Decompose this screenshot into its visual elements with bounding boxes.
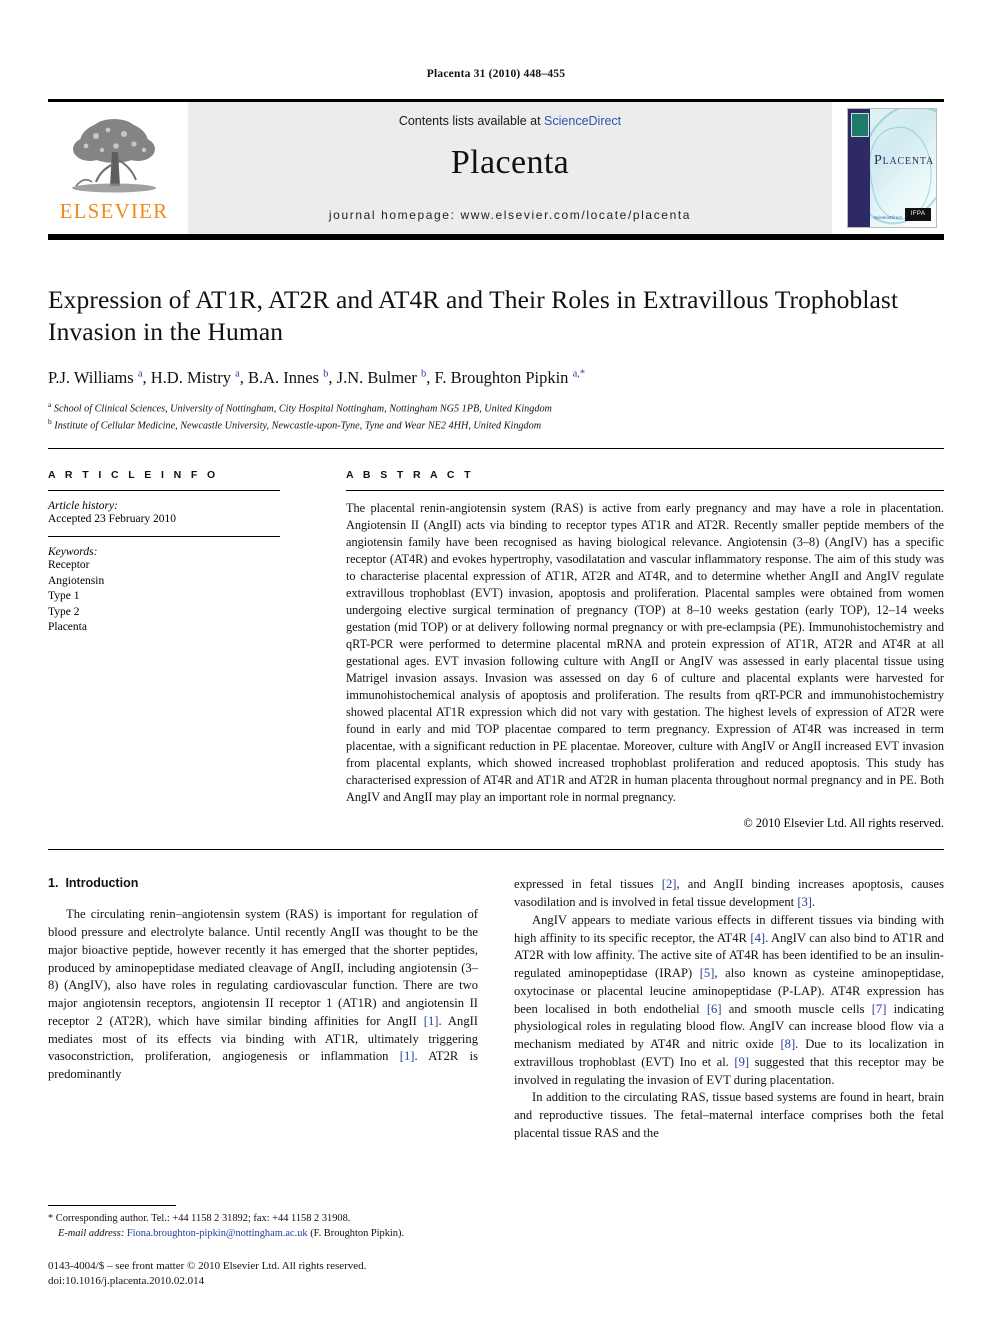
title-block: Expression of AT1R, AT2R and AT4R and Th… <box>48 284 944 434</box>
affiliation-b-text: Institute of Cellular Medicine, Newcastl… <box>54 420 542 432</box>
cover-spine-emblem-icon <box>851 113 869 137</box>
article-info-heading: A R T I C L E I N F O <box>48 469 219 481</box>
keyword-item: Angiotensin <box>48 574 105 587</box>
sciencedirect-link[interactable]: ScienceDirect <box>544 114 621 128</box>
citation-reference[interactable]: [8] <box>780 1037 795 1051</box>
section-title: Introduction <box>65 876 139 891</box>
keywords-label: Keywords: <box>48 546 98 559</box>
intro-paragraph-1-right: expressed in fetal tissues [2], and AngI… <box>514 877 944 910</box>
abstract-heading: A B S T R A C T <box>346 469 474 481</box>
citation-reference[interactable]: [9] <box>734 1055 749 1069</box>
corresponding-author-line: * Corresponding author. Tel.: +44 1158 2… <box>48 1212 488 1227</box>
intro-paragraph-3: In addition to the circulating RAS, tiss… <box>514 1090 944 1140</box>
email-label: E-mail address: <box>58 1227 125 1239</box>
keyword-item: Placenta <box>48 621 87 634</box>
article-info-rule-top <box>48 490 280 491</box>
cover-journal-title: PLACENTA <box>874 153 935 168</box>
affiliation-a-text: School of Clinical Sciences, University … <box>53 403 552 415</box>
masthead-center-band: Contents lists available at ScienceDirec… <box>188 102 832 234</box>
elsevier-tree-icon <box>72 119 156 193</box>
author-list: P.J. Williams a, H.D. Mistry a, B.A. Inn… <box>48 368 586 388</box>
article-history-label: Article history: <box>48 500 118 512</box>
citation-reference[interactable]: [3] <box>797 895 812 909</box>
intro-paragraph-2: AngIV appears to mediate various effects… <box>514 912 945 1087</box>
affiliations: a School of Clinical Sciences, Universit… <box>48 400 944 434</box>
keyword-item: Receptor <box>48 559 90 572</box>
corresponding-author-text: Corresponding author. Tel.: +44 1158 2 3… <box>53 1212 351 1224</box>
citation-reference[interactable]: [5] <box>700 966 715 980</box>
affiliation-marker-a: a <box>48 400 52 410</box>
body-column-left: 1. Introduction The circulating renin–ang… <box>48 876 478 1142</box>
footnote-rule <box>48 1204 176 1206</box>
citation-reference[interactable]: [1] <box>424 1014 439 1028</box>
introduction-heading: 1. Introduction <box>48 876 478 890</box>
doi-line: doi:10.1016/j.placenta.2010.02.014 <box>48 1274 205 1287</box>
cover-ifpa-badge: IFPA <box>905 208 931 221</box>
section-number: 1. <box>48 876 59 891</box>
affiliation-b: b Institute of Cellular Medicine, Newcas… <box>48 417 944 434</box>
elsevier-logo-block: ELSEVIER <box>48 102 180 234</box>
elsevier-wordmark: ELSEVIER <box>59 199 169 223</box>
abstract-text: The placental renin-angiotensin system (… <box>346 501 944 805</box>
running-head: Placenta 31 (2010) 448–455 <box>426 68 566 80</box>
body-columns: 1. Introduction The circulating renin–ang… <box>48 876 944 1142</box>
email-suffix: (F. Broughton Pipkin). <box>307 1227 405 1239</box>
page-title: Expression of AT1R, AT2R and AT4R and Th… <box>48 285 899 347</box>
abstract-copyright: © 2010 Elsevier Ltd. All rights reserved… <box>743 816 944 831</box>
footnote-block: * Corresponding author. Tel.: +44 1158 2… <box>48 1204 488 1289</box>
body-column-right: expressed in fetal tissues [2], and AngI… <box>514 876 944 1142</box>
citation-reference[interactable]: [6] <box>707 1002 722 1016</box>
affiliation-marker-b: b <box>48 417 52 427</box>
email-line: E-mail address: Fiona.broughton-pipkin@n… <box>48 1227 488 1242</box>
info-abstract-row: A R T I C L E I N F O Article history: A… <box>48 469 944 831</box>
keyword-item: Type 1 <box>48 590 80 603</box>
contents-prefix: Contents lists available at <box>398 114 545 128</box>
email-address-link[interactable]: Fiona.broughton-pipkin@nottingham.ac.uk <box>127 1228 308 1239</box>
article-info-column: A R T I C L E I N F O Article history: A… <box>48 469 304 831</box>
citation-reference[interactable]: [1] <box>400 1049 415 1063</box>
abstract-column: A B S T R A C T The placental renin-angi… <box>304 469 944 831</box>
article-history-value: Accepted 23 February 2010 <box>48 513 177 525</box>
abstract-rule-top <box>346 490 944 491</box>
journal-article-page: Placenta 31 (2010) 448–455 ELSEVIER Cont… <box>0 0 992 1323</box>
masthead-bottom-rule <box>48 234 944 240</box>
issn-line: 0143-4004/$ – see front matter © 2010 El… <box>48 1259 367 1272</box>
keywords-list: Receptor Angiotensin Type 1 Type 2 Placenta <box>48 558 280 635</box>
cover-sciencedirect-badge: ScienceDirect <box>874 215 902 221</box>
journal-cover-block: PLACENTA ScienceDirect IFPA <box>840 102 944 234</box>
citation-reference[interactable]: [4] <box>750 931 765 945</box>
keyword-item: Type 2 <box>48 605 80 618</box>
issn-copyright-block: 0143-4004/$ – see front matter © 2010 El… <box>48 1259 488 1289</box>
citation-reference[interactable]: [7] <box>872 1002 887 1016</box>
journal-cover-image: PLACENTA ScienceDirect IFPA <box>847 108 937 228</box>
journal-masthead: ELSEVIER Contents lists available at Sci… <box>48 99 944 234</box>
affiliation-a: a School of Clinical Sciences, Universit… <box>48 400 944 417</box>
contents-available-line: Contents lists available at ScienceDirec… <box>399 114 621 128</box>
abstract-bottom-rule <box>48 849 944 851</box>
citation-reference[interactable]: [2] <box>662 877 677 891</box>
journal-title: Placenta <box>450 144 570 181</box>
article-info-rule-mid <box>48 536 280 538</box>
intro-paragraph-1-left: The circulating renin–angiotensin system… <box>48 907 479 1082</box>
title-bottom-rule <box>48 448 944 449</box>
journal-homepage-link[interactable]: journal homepage: www.elsevier.com/locat… <box>329 208 691 222</box>
